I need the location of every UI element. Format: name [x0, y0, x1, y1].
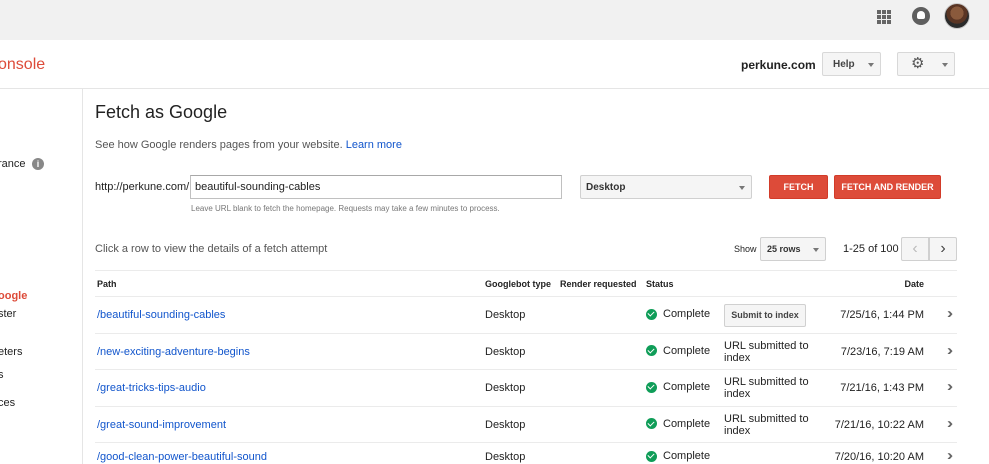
google-bar	[0, 0, 989, 40]
chevron-down-icon	[868, 63, 874, 67]
chevron-down-icon	[942, 63, 948, 67]
row-hint: Click a row to view the details of a fet…	[95, 243, 328, 255]
row-googlebot-type: Desktop	[485, 451, 526, 463]
avatar[interactable]	[944, 3, 970, 29]
apps-grid-icon[interactable]	[877, 10, 891, 24]
column-status[interactable]: Status	[646, 279, 674, 289]
table-row[interactable]: /beautiful-sounding-cables Desktop Compl…	[95, 297, 957, 334]
previous-page-button[interactable]: ‹	[901, 237, 929, 261]
device-select-value: Desktop	[586, 182, 626, 193]
submit-to-index-button[interactable]: Submit to index	[724, 304, 806, 327]
sidebar-item-s[interactable]: s	[0, 369, 4, 381]
check-circle-icon	[646, 308, 657, 320]
rows-per-page-value: 25 rows	[767, 244, 801, 254]
row-googlebot-type: Desktop	[485, 345, 526, 358]
url-submitted-text: URL submitted to index	[724, 376, 809, 400]
row-status-label: Complete	[663, 417, 711, 430]
double-chevron-right-icon[interactable]: ››	[947, 342, 953, 359]
row-status: Complete	[646, 308, 710, 320]
chevron-down-icon	[739, 186, 745, 190]
learn-more-link[interactable]: Learn more	[346, 139, 402, 151]
row-status: Complete	[646, 450, 710, 462]
row-googlebot-type: Desktop	[485, 418, 526, 431]
column-googlebot-type[interactable]: Googlebot type	[485, 279, 551, 289]
row-path-link[interactable]: /beautiful-sounding-cables	[97, 309, 225, 321]
row-status-label: Complete	[663, 450, 711, 462]
double-chevron-right-icon[interactable]: ››	[947, 305, 953, 322]
column-render-requested[interactable]: Render requested	[560, 279, 637, 289]
check-circle-icon	[646, 381, 657, 393]
table-row[interactable]: /great-sound-improvement Desktop Complet…	[95, 407, 957, 443]
rows-per-page-select[interactable]: 25 rows	[760, 237, 826, 261]
row-path-link[interactable]: /great-sound-improvement	[97, 419, 226, 431]
column-date[interactable]: Date	[904, 279, 924, 289]
pagination-range: 1-25 of 100	[843, 243, 899, 255]
row-status: Complete	[646, 381, 710, 393]
info-icon[interactable]: i	[32, 158, 44, 170]
device-select[interactable]: Desktop	[580, 175, 752, 199]
fetch-history-table: Path Googlebot type Render requested Sta…	[95, 270, 957, 464]
sidebar-item-search-appearance[interactable]: rance	[0, 158, 26, 170]
row-status-label: Complete	[663, 308, 711, 320]
double-chevron-right-icon[interactable]: ››	[947, 415, 953, 432]
url-submitted-text: URL submitted to index	[724, 412, 809, 437]
table-row[interactable]: /new-exciting-adventure-begins Desktop C…	[95, 334, 957, 370]
gear-icon: ⚙	[911, 55, 925, 72]
help-label: Help	[833, 58, 855, 70]
settings-button[interactable]: ⚙	[897, 52, 955, 76]
column-path[interactable]: Path	[97, 279, 117, 289]
sidebar: rance i oogle ster eters s ces	[0, 89, 83, 464]
app-header: onsole perkune.com Help ⚙	[0, 40, 989, 89]
sidebar-item-fetch-as-google[interactable]: oogle	[0, 290, 27, 302]
row-date: 7/21/16, 1:43 PM	[840, 382, 924, 394]
double-chevron-right-icon[interactable]: ››	[947, 378, 953, 395]
sidebar-item-url-parameters[interactable]: eters	[0, 346, 22, 358]
row-date: 7/25/16, 1:44 PM	[840, 309, 924, 321]
fetch-button[interactable]: FETCH	[769, 175, 828, 199]
row-date: 7/23/16, 7:19 AM	[840, 345, 924, 358]
row-googlebot-type: Desktop	[485, 382, 526, 394]
row-date: 7/20/16, 10:20 AM	[834, 451, 924, 463]
next-page-button[interactable]: ›	[929, 237, 957, 261]
check-circle-icon	[646, 418, 657, 429]
intro-text: See how Google renders pages from your w…	[95, 139, 402, 151]
notifications-icon[interactable]	[912, 7, 930, 25]
sidebar-item-resources[interactable]: ces	[0, 397, 15, 409]
chevron-down-icon	[813, 248, 819, 252]
row-path-link[interactable]: /new-exciting-adventure-begins	[97, 346, 250, 358]
show-label: Show	[734, 244, 757, 254]
product-title: onsole	[0, 56, 46, 73]
row-path-link[interactable]: /great-tricks-tips-audio	[97, 382, 206, 394]
sidebar-item-robots-tester[interactable]: ster	[0, 308, 16, 320]
row-googlebot-type: Desktop	[485, 309, 526, 321]
table-row[interactable]: /great-tricks-tips-audio Desktop Complet…	[95, 370, 957, 407]
row-status-label: Complete	[663, 381, 711, 393]
help-button[interactable]: Help	[822, 52, 881, 76]
check-circle-icon	[646, 345, 657, 356]
row-status-label: Complete	[663, 344, 711, 357]
check-circle-icon	[646, 450, 657, 462]
url-prefix: http://perkune.com/	[95, 181, 190, 193]
row-date: 7/21/16, 10:22 AM	[834, 418, 924, 431]
site-name: perkune.com	[741, 58, 816, 72]
page-title: Fetch as Google	[95, 102, 228, 122]
url-input[interactable]	[190, 175, 562, 199]
double-chevron-right-icon[interactable]: ››	[947, 447, 953, 464]
table-row[interactable]: /good-clean-power-beautiful-sound Deskto…	[95, 443, 957, 464]
row-status: Complete	[646, 345, 710, 357]
url-hint: Leave URL blank to fetch the homepage. R…	[191, 204, 500, 213]
table-header: Path Googlebot type Render requested Sta…	[95, 270, 957, 297]
fetch-and-render-button[interactable]: FETCH AND RENDER	[834, 175, 941, 199]
row-status: Complete	[646, 418, 710, 430]
url-submitted-text: URL submitted to index	[724, 339, 809, 364]
intro-label: See how Google renders pages from your w…	[95, 139, 343, 151]
row-path-link[interactable]: /good-clean-power-beautiful-sound	[97, 451, 267, 463]
